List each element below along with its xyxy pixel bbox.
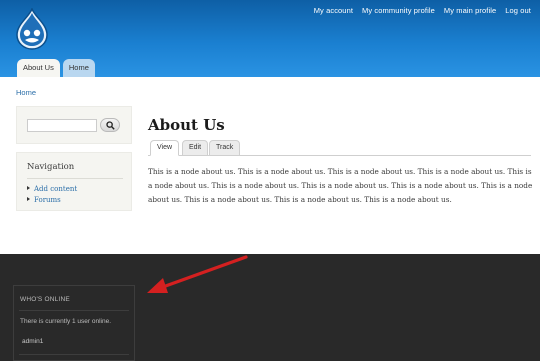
online-user-link[interactable]: admin1 (22, 338, 43, 345)
my-account-link[interactable]: My account (314, 6, 353, 15)
tab-home[interactable]: Home (62, 59, 95, 77)
search-button[interactable] (100, 118, 120, 132)
tab-view[interactable]: View (150, 140, 180, 156)
search-icon (106, 121, 115, 130)
navigation-list: Add content Forums (27, 183, 77, 205)
secondary-menu: My account My community profile My main … (314, 6, 531, 15)
red-arrow-icon (147, 255, 248, 293)
primary-menu: About Us Home (17, 59, 95, 77)
my-community-profile-link[interactable]: My community profile (362, 6, 435, 15)
site-header: My account My community profile My main … (0, 0, 540, 77)
search-input[interactable] (27, 119, 97, 132)
whos-online-title: WHO'S ONLINE (20, 296, 70, 303)
tab-about-us[interactable]: About Us (17, 59, 60, 77)
whos-online-block: WHO'S ONLINE There is currently 1 user o… (13, 285, 135, 361)
list-item: Add content (27, 183, 77, 194)
navigation-block: Navigation Add content Forums (16, 152, 132, 211)
my-main-profile-link[interactable]: My main profile (444, 6, 496, 15)
tab-track[interactable]: Track (209, 140, 241, 156)
node-body: This is a node about us. This is a node … (148, 167, 533, 204)
forums-link[interactable]: Forums (34, 196, 61, 204)
breadcrumb[interactable]: Home (16, 88, 36, 97)
drupal-drop-icon[interactable] (13, 6, 51, 50)
navigation-title: Navigation (27, 162, 75, 172)
page-title: About Us (148, 116, 225, 134)
search-block (16, 106, 132, 144)
divider (19, 310, 129, 311)
divider (19, 354, 129, 355)
list-item: Forums (27, 194, 77, 205)
site-footer: WHO'S ONLINE There is currently 1 user o… (0, 254, 540, 361)
tab-edit[interactable]: Edit (182, 140, 209, 156)
content-tabs: View Edit Track (148, 140, 531, 156)
online-count-text: There is currently 1 user online. (20, 318, 112, 325)
log-out-link[interactable]: Log out (505, 6, 531, 15)
add-content-link[interactable]: Add content (34, 185, 77, 193)
divider (27, 178, 123, 179)
